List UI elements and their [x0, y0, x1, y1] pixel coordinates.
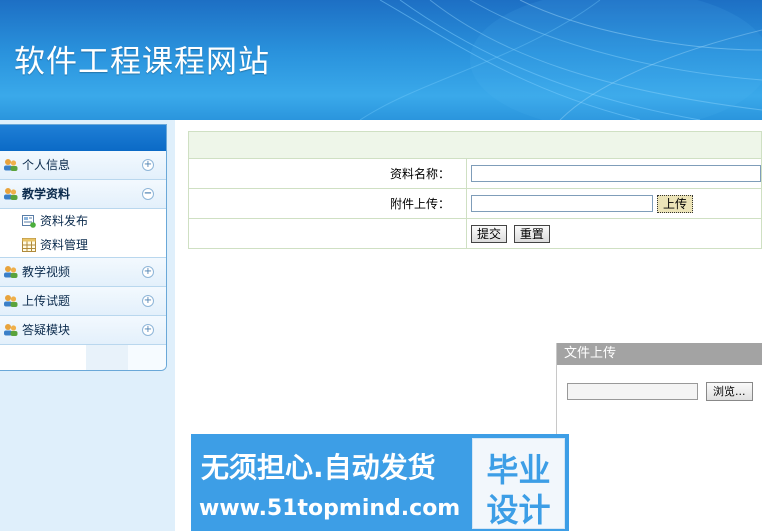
table-icon	[22, 238, 36, 252]
watermark-banner: 无须担心.自动发货 www.51topmind.com 毕业 设计	[191, 434, 569, 531]
form-row-actions: 提交 重置	[188, 218, 762, 249]
attachment-path-input[interactable]	[471, 195, 653, 212]
watermark-seal: 毕业 设计	[472, 438, 565, 529]
seal-text-bottom: 设计	[486, 491, 551, 529]
publish-icon	[22, 215, 36, 228]
sidebar-item-personal-info[interactable]: 个人信息 +	[0, 151, 166, 180]
users-icon	[4, 266, 18, 278]
dialog-title: 文件上传	[557, 343, 762, 365]
expand-icon[interactable]: +	[142, 266, 154, 278]
form-header-cell	[188, 131, 762, 159]
users-icon	[4, 188, 18, 200]
sidebar-subitem-label: 资料发布	[40, 214, 89, 228]
sidebar-subitem-material-manage[interactable]: 资料管理	[0, 233, 166, 258]
menu-footer	[0, 345, 166, 370]
sidebar-item-label: 答疑模块	[22, 323, 71, 337]
sidebar-item-upload-questions[interactable]: 上传试题 +	[0, 287, 166, 316]
expand-icon[interactable]: +	[142, 324, 154, 336]
attachment-cell: 上传	[466, 188, 762, 219]
material-name-cell	[466, 158, 762, 189]
menu-top-bar	[0, 125, 166, 151]
users-icon	[4, 159, 18, 171]
upload-button[interactable]: 上传	[657, 194, 694, 213]
submit-button[interactable]: 提交	[471, 224, 508, 243]
watermark-slogan: 无须担心.自动发货	[201, 451, 436, 484]
form-row-name: 资料名称：	[188, 158, 762, 189]
collapse-icon[interactable]: −	[142, 188, 154, 200]
site-header: 软件工程课程网站	[0, 0, 762, 120]
attachment-label: 附件上传：	[188, 188, 467, 219]
sidebar-item-qa-module[interactable]: 答疑模块 +	[0, 316, 166, 345]
sidebar-item-label: 教学视频	[22, 265, 71, 279]
site-title: 软件工程课程网站	[14, 44, 270, 80]
sidebar-item-label: 上传试题	[22, 294, 71, 308]
material-name-label: 资料名称：	[188, 158, 467, 189]
form-row-attachment: 附件上传： 上传	[188, 188, 762, 219]
browse-button[interactable]: 浏览...	[706, 382, 753, 401]
sidebar-subitem-material-publish[interactable]: 资料发布	[0, 209, 166, 233]
sidebar-item-teaching-video[interactable]: 教学视频 +	[0, 258, 166, 287]
watermark-url: www.51topmind.com	[199, 496, 461, 521]
file-upload-dialog: 文件上传 浏览...	[556, 343, 762, 531]
material-name-input[interactable]	[471, 165, 761, 182]
users-icon	[4, 295, 18, 307]
users-icon	[4, 324, 18, 336]
actions-cell: 提交 重置	[466, 218, 762, 249]
sidebar-subitem-label: 资料管理	[40, 238, 89, 252]
sidebar-item-teaching-materials[interactable]: 教学资料 −	[0, 180, 166, 209]
file-path-field[interactable]	[567, 383, 698, 400]
sidebar-item-label: 个人信息	[22, 158, 71, 172]
expand-icon[interactable]: +	[142, 295, 154, 307]
actions-spacer	[188, 218, 467, 249]
form-header-row	[188, 131, 762, 159]
reset-button[interactable]: 重置	[513, 224, 550, 243]
sidebar-menu: 个人信息 + 教学资料 − 资料发布 资料管理 教学视频 + 上传试题 + 答疑…	[0, 124, 167, 371]
expand-icon[interactable]: +	[142, 159, 154, 171]
material-form: 资料名称： 附件上传： 上传 提交 重置	[188, 131, 762, 249]
sidebar-item-label: 教学资料	[22, 187, 71, 201]
